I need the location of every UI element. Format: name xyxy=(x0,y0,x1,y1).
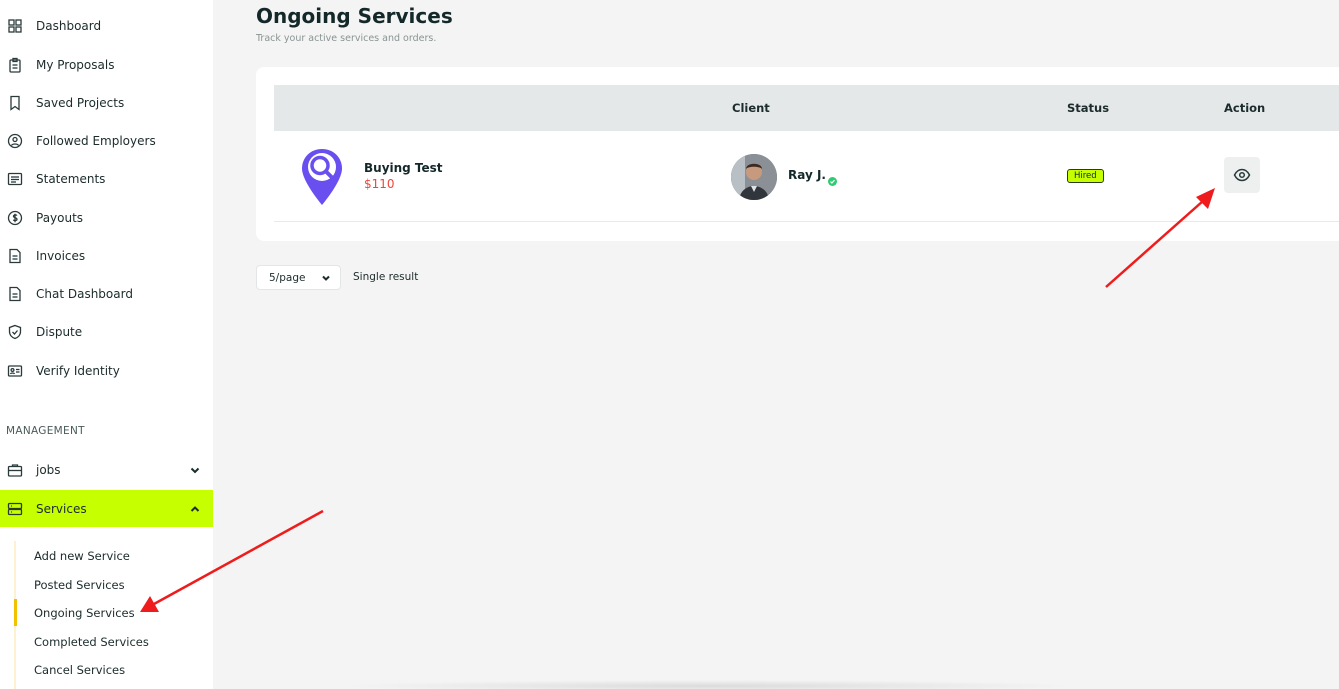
bottom-shadow xyxy=(340,680,1080,689)
sidebar-item-label: Payouts xyxy=(36,211,84,225)
client-name[interactable]: Ray J. xyxy=(788,168,826,182)
page-subtitle: Track your active services and orders. xyxy=(256,33,437,44)
sidebar-item-followed-employers[interactable]: Followed Employers xyxy=(0,126,213,156)
grid-icon xyxy=(7,18,23,34)
services-table-card: Client Status Action Buying Test $110 Ra… xyxy=(256,67,1339,241)
sidebar-group-jobs-inner: jobs xyxy=(0,462,61,478)
section-title-management: MANAGEMENT xyxy=(6,425,85,437)
sub-item-posted-services[interactable]: Posted Services xyxy=(34,578,125,592)
sub-item-ongoing-services[interactable]: Ongoing Services xyxy=(34,606,135,620)
client-avatar xyxy=(731,154,777,200)
chevron-down-icon xyxy=(321,273,331,283)
per-page-value: 5/page xyxy=(269,271,306,284)
sidebar: Dashboard My Proposals Saved Projects Fo… xyxy=(0,0,213,689)
sidebar-item-label: Dashboard xyxy=(36,19,102,33)
sub-item-cancel-services[interactable]: Cancel Services xyxy=(34,663,125,677)
server-icon xyxy=(7,501,23,517)
sidebar-item-label: Statements xyxy=(36,172,106,186)
column-header-status: Status xyxy=(1067,101,1110,115)
invoice-document-icon xyxy=(7,248,23,264)
sub-item-completed-services[interactable]: Completed Services xyxy=(34,635,149,649)
sidebar-item-label: Chat Dashboard xyxy=(36,287,133,301)
user-follow-icon xyxy=(7,133,23,149)
view-button[interactable] xyxy=(1224,157,1260,193)
eye-icon xyxy=(1233,166,1251,184)
sidebar-group-jobs[interactable]: jobs xyxy=(0,451,213,488)
result-count-text: Single result xyxy=(353,271,419,283)
id-card-icon xyxy=(7,363,23,379)
sidebar-item-label: My Proposals xyxy=(36,58,115,72)
sidebar-item-chat-dashboard[interactable]: Chat Dashboard xyxy=(0,279,213,309)
column-header-action: Action xyxy=(1224,101,1266,115)
sidebar-item-statements[interactable]: Statements xyxy=(0,164,213,194)
sidebar-item-label: Saved Projects xyxy=(36,96,125,110)
status-badge: Hired xyxy=(1067,169,1104,183)
briefcase-icon xyxy=(7,462,23,478)
sidebar-item-label: Followed Employers xyxy=(36,134,156,148)
sidebar-group-label: Services xyxy=(36,501,87,516)
search-pin-logo-icon xyxy=(300,147,344,207)
service-price: $110 xyxy=(364,177,395,191)
active-indicator-bar xyxy=(14,599,17,626)
chat-document-icon xyxy=(7,286,23,302)
table-header: Client Status Action xyxy=(274,85,1339,131)
sidebar-item-invoices[interactable]: Invoices xyxy=(0,241,213,271)
sidebar-item-my-proposals[interactable]: My Proposals xyxy=(0,50,213,80)
table-row: Buying Test $110 Ray J. Hired xyxy=(274,131,1339,222)
sidebar-item-dashboard[interactable]: Dashboard xyxy=(0,11,213,41)
sidebar-item-verify-identity[interactable]: Verify Identity xyxy=(0,356,213,386)
sidebar-item-payouts[interactable]: Payouts xyxy=(0,203,213,233)
chevron-down-icon[interactable] xyxy=(189,464,201,476)
sidebar-group-label: jobs xyxy=(36,462,61,477)
page-title: Ongoing Services xyxy=(256,4,453,28)
sidebar-item-label: Verify Identity xyxy=(36,364,120,378)
dollar-circle-icon xyxy=(7,210,23,226)
clipboard-icon xyxy=(7,57,23,73)
bookmark-icon xyxy=(7,95,23,111)
sidebar-item-label: Dispute xyxy=(36,325,83,339)
per-page-select[interactable]: 5/page xyxy=(256,265,341,290)
chevron-up-icon[interactable] xyxy=(189,503,201,515)
sub-item-add-new-service[interactable]: Add new Service xyxy=(34,549,130,563)
sidebar-item-dispute[interactable]: Dispute xyxy=(0,317,213,347)
sidebar-group-services[interactable]: Services xyxy=(0,490,213,527)
verified-check-icon xyxy=(828,171,837,186)
services-sub-list: Add new Service Posted Services Ongoing … xyxy=(14,541,213,689)
service-name[interactable]: Buying Test xyxy=(364,161,443,175)
column-header-client: Client xyxy=(732,101,770,115)
list-document-icon xyxy=(7,171,23,187)
sidebar-item-saved-projects[interactable]: Saved Projects xyxy=(0,88,213,118)
sidebar-item-label: Invoices xyxy=(36,249,86,263)
sidebar-group-services-inner: Services xyxy=(0,501,87,517)
shield-check-icon xyxy=(7,324,23,340)
